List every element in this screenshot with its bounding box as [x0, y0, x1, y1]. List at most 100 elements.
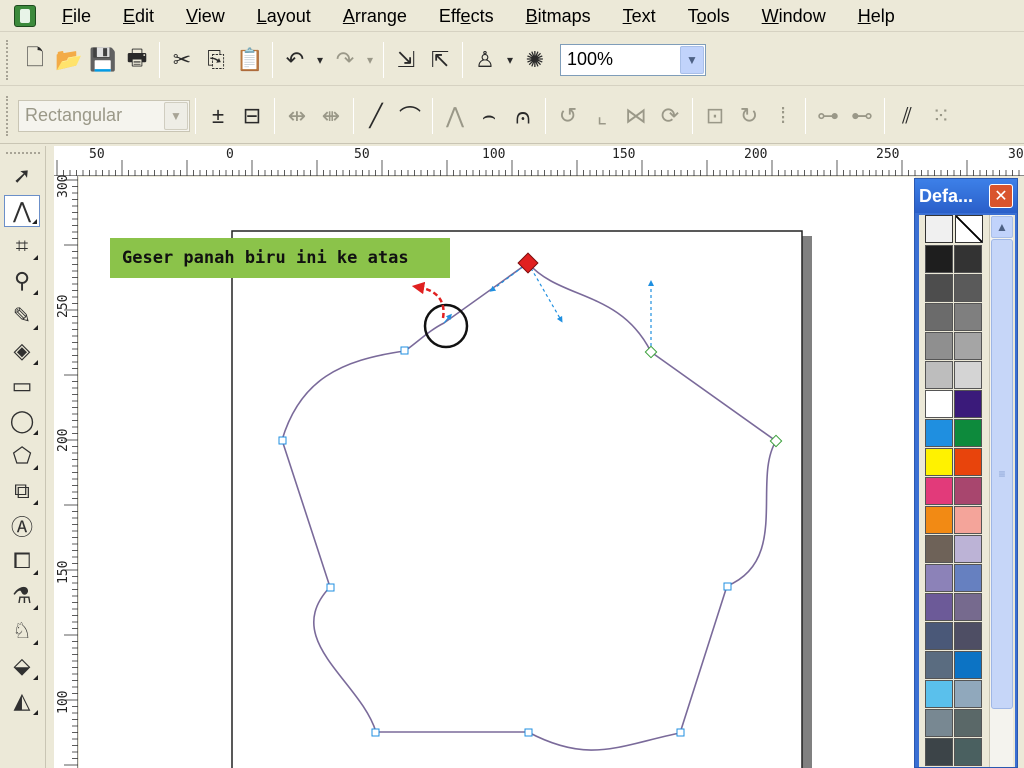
color-swatch[interactable] — [954, 245, 982, 273]
cusp-node[interactable] — [278, 436, 287, 445]
horizontal-reflect-icon[interactable]: ⊶ — [812, 98, 844, 134]
eyedropper-tool-icon[interactable]: ⚗ — [4, 580, 40, 612]
export-icon[interactable]: ⇱ — [424, 42, 456, 78]
zoom-tool-icon[interactable]: ⚲ — [4, 265, 40, 297]
menu-item[interactable]: View — [170, 0, 241, 32]
no-color-swatch[interactable] — [955, 215, 983, 243]
application-launcher-icon[interactable]: ♙ — [469, 42, 501, 78]
join-nodes-icon[interactable]: ⇹ — [281, 98, 313, 134]
scrollbar-thumb[interactable]: ≡ — [991, 239, 1013, 709]
color-swatch[interactable] — [925, 361, 953, 389]
menu-item[interactable]: Arrange — [327, 0, 423, 32]
close-icon[interactable]: ✕ — [989, 184, 1013, 208]
color-swatch[interactable] — [925, 506, 953, 534]
color-swatch[interactable] — [925, 535, 953, 563]
menu-item[interactable]: Window — [746, 0, 842, 32]
color-swatch[interactable] — [954, 303, 982, 331]
symmetrical-node-icon[interactable]: ⩀ — [507, 98, 539, 134]
color-swatch[interactable] — [925, 651, 953, 679]
smooth-node-icon[interactable]: ⌢ — [473, 98, 505, 134]
color-swatch[interactable] — [954, 390, 982, 418]
menu-item[interactable]: Edit — [107, 0, 170, 32]
horizontal-ruler[interactable]: 50 0 50 100 150 200 250 30 — [54, 146, 1024, 176]
break-curve-icon[interactable]: ⇼ — [315, 98, 347, 134]
color-swatch[interactable] — [925, 622, 953, 650]
palette-flyout-icon[interactable] — [925, 215, 953, 243]
color-swatch[interactable] — [954, 477, 982, 505]
new-document-icon[interactable]: 🗋 — [19, 42, 51, 78]
menu-item[interactable]: Bitmaps — [510, 0, 607, 32]
color-swatch[interactable] — [925, 448, 953, 476]
open-icon[interactable]: 📂 — [53, 42, 85, 78]
auto-close-icon[interactable]: ⟳ — [654, 98, 686, 134]
polygon-tool-icon[interactable]: ⬠ — [4, 440, 40, 472]
palette-titlebar[interactable]: Defa... ✕ — [915, 179, 1017, 213]
add-node-icon[interactable]: ± — [202, 98, 234, 134]
color-swatch[interactable] — [954, 361, 982, 389]
color-swatch[interactable] — [954, 564, 982, 592]
interactive-blend-tool-icon[interactable]: ⧠ — [4, 545, 40, 577]
ellipse-tool-icon[interactable]: ◯ — [4, 405, 40, 437]
copy-icon[interactable]: ⎘ — [200, 42, 232, 78]
rotate-nodes-icon[interactable]: ↻ — [733, 98, 765, 134]
stretch-nodes-icon[interactable]: ⊡ — [699, 98, 731, 134]
cut-icon[interactable]: ✂ — [166, 42, 198, 78]
vertical-reflect-icon[interactable]: ⊷ — [846, 98, 878, 134]
smart-fill-tool-icon[interactable]: ◈ — [4, 335, 40, 367]
color-swatch[interactable] — [954, 448, 982, 476]
menu-item[interactable]: Help — [842, 0, 911, 32]
color-swatch[interactable] — [925, 245, 953, 273]
launcher-dropdown-icon[interactable]: ▾ — [503, 42, 517, 78]
color-swatch[interactable] — [925, 303, 953, 331]
color-swatch[interactable] — [954, 680, 982, 708]
toolbar-grip[interactable] — [6, 39, 12, 80]
crop-tool-icon[interactable]: ⌗ — [4, 230, 40, 262]
basic-shapes-tool-icon[interactable]: ⧉ — [4, 475, 40, 507]
cusp-node-icon[interactable]: ⋀ — [439, 98, 471, 134]
interactive-fill-tool-icon[interactable]: ◭ — [4, 685, 40, 717]
delete-node-icon[interactable]: ⊟ — [236, 98, 268, 134]
cusp-node[interactable] — [400, 346, 409, 355]
cusp-node[interactable] — [371, 728, 380, 737]
chevron-down-icon[interactable]: ▼ — [164, 101, 188, 130]
extend-curve-icon[interactable]: ⌞ — [586, 98, 618, 134]
color-swatch[interactable] — [925, 738, 953, 766]
align-nodes-icon[interactable]: ⁞ — [767, 98, 799, 134]
color-swatch[interactable] — [954, 332, 982, 360]
import-icon[interactable]: ⇲ — [390, 42, 422, 78]
zoom-select[interactable]: 100% ▼ — [560, 43, 706, 76]
color-swatch[interactable] — [925, 274, 953, 302]
outline-tool-icon[interactable]: ♘ — [4, 615, 40, 647]
cusp-node[interactable] — [326, 583, 335, 592]
color-swatch[interactable] — [925, 680, 953, 708]
color-swatch[interactable] — [954, 622, 982, 650]
cusp-node[interactable] — [524, 728, 533, 737]
toolbar-grip[interactable] — [6, 95, 12, 136]
paste-icon[interactable]: 📋 — [234, 42, 266, 78]
cusp-node[interactable] — [723, 582, 732, 591]
to-line-icon[interactable]: ╱ — [360, 98, 392, 134]
text-tool-icon[interactable]: Ⓐ — [4, 510, 40, 542]
color-swatch[interactable] — [954, 274, 982, 302]
color-swatch[interactable] — [954, 738, 982, 766]
color-swatch[interactable] — [925, 390, 953, 418]
pick-tool-icon[interactable]: ➚ — [4, 160, 40, 192]
color-swatch[interactable] — [954, 593, 982, 621]
color-swatch[interactable] — [954, 651, 982, 679]
save-icon[interactable]: 💾 — [87, 42, 119, 78]
menu-item[interactable]: Text — [607, 0, 672, 32]
undo-dropdown-icon[interactable]: ▾ — [313, 42, 327, 78]
undo-icon[interactable]: ↶ — [279, 42, 311, 78]
corel-online-icon[interactable]: ✺ — [519, 42, 551, 78]
menu-item[interactable]: Tools — [672, 0, 746, 32]
color-swatch[interactable] — [925, 593, 953, 621]
app-icon[interactable] — [14, 4, 36, 27]
to-curve-icon[interactable]: ⌒ — [394, 98, 426, 134]
cusp-node[interactable] — [676, 728, 685, 737]
color-swatch[interactable] — [954, 535, 982, 563]
freehand-tool-icon[interactable]: ✎ — [4, 300, 40, 332]
color-swatch[interactable] — [925, 709, 953, 737]
color-swatch[interactable] — [925, 419, 953, 447]
reverse-direction-icon[interactable]: ↺ — [552, 98, 584, 134]
node-mode-select[interactable]: Rectangular ▼ — [18, 99, 190, 132]
